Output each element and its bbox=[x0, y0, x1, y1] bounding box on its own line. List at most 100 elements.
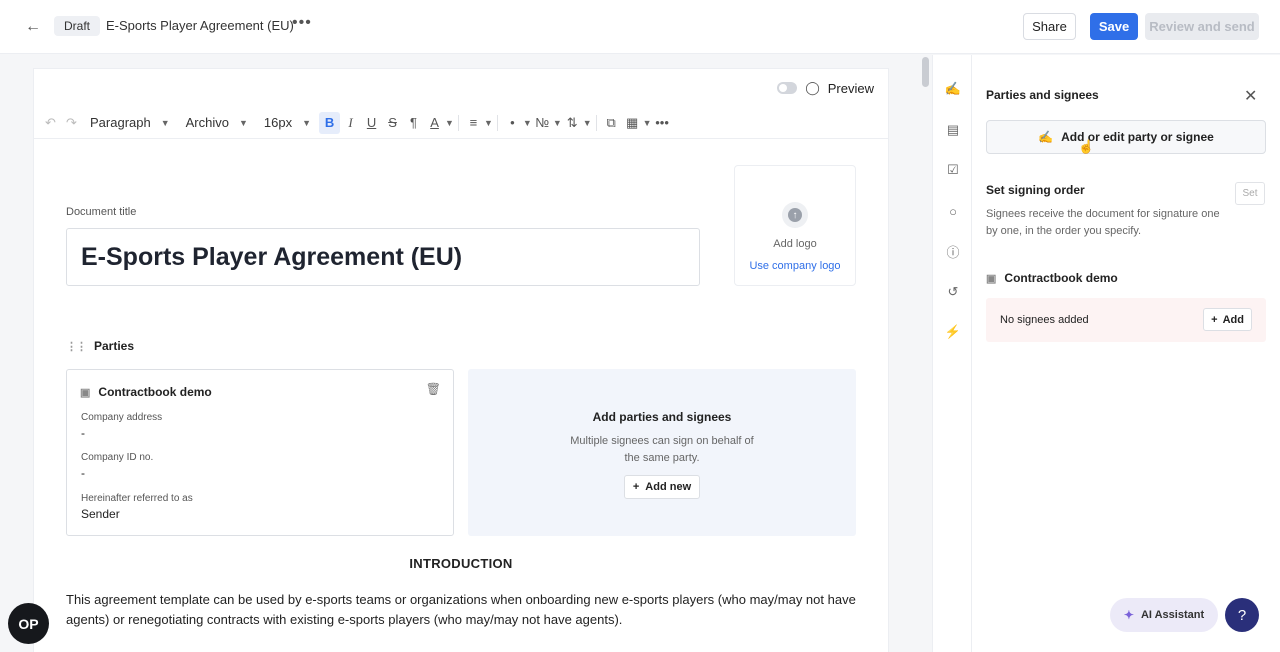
pointer-cursor-icon: ☝ bbox=[1078, 139, 1095, 154]
editor-canvas: ◯ Preview ↶ ↷ Paragraph ▼ Archivo ▼ 16px… bbox=[0, 55, 932, 652]
toolbar-divider bbox=[595, 114, 597, 131]
signature-icon[interactable]: ✍ bbox=[943, 79, 963, 99]
block-style-select[interactable]: Paragraph ▼ bbox=[82, 111, 178, 135]
field-label: Hereinafter referred to as bbox=[81, 493, 193, 504]
document-name[interactable]: E-Sports Player Agreement (EU) bbox=[106, 18, 294, 33]
chevron-down-icon[interactable]: ▼ bbox=[484, 118, 493, 128]
formatting-toolbar: ↶ ↷ Paragraph ▼ Archivo ▼ 16px ▼ B I U S… bbox=[34, 107, 888, 139]
parties-heading: Parties bbox=[94, 339, 135, 353]
share-button[interactable]: Share bbox=[1023, 13, 1076, 40]
line-spacing-icon[interactable]: ⇅ bbox=[562, 112, 583, 134]
strikethrough-icon[interactable]: S bbox=[382, 112, 403, 134]
preview-label: Preview bbox=[827, 80, 874, 96]
field-label: Company address bbox=[81, 412, 163, 423]
plus-icon: + bbox=[632, 481, 640, 493]
font-size-select[interactable]: 16px ▼ bbox=[256, 111, 319, 135]
party-card[interactable]: ▣ Contractbook demo 🗑 Company address - … bbox=[66, 369, 454, 536]
ai-assistant-button[interactable]: ✦ AI Assistant bbox=[1110, 598, 1218, 632]
plus-icon: + bbox=[1211, 313, 1218, 326]
drag-handle-icon[interactable]: ⋮⋮ bbox=[66, 340, 87, 353]
help-button[interactable]: ? bbox=[1225, 598, 1259, 632]
font-size-value: 16px bbox=[263, 115, 293, 130]
checkbox-icon[interactable]: ☑ bbox=[943, 160, 963, 180]
introduction-heading: INTRODUCTION bbox=[409, 556, 513, 571]
introduction-paragraph[interactable]: This agreement template can be used by e… bbox=[66, 590, 856, 630]
signing-order-title: Set signing order bbox=[986, 183, 1085, 197]
chevron-down-icon: ▼ bbox=[239, 117, 248, 128]
preview-toggle-row[interactable]: ◯ Preview bbox=[777, 79, 874, 97]
side-icon-rail: ✍ ▤ ☑ ○ ⓘ ↺ ⚡ bbox=[932, 55, 972, 652]
bold-icon[interactable]: B bbox=[319, 111, 341, 134]
set-signing-order-button[interactable]: Set bbox=[1235, 182, 1265, 205]
undo-icon[interactable]: ↶ bbox=[40, 112, 61, 134]
back-arrow-icon[interactable]: ← bbox=[22, 16, 44, 38]
comment-icon[interactable]: ○ bbox=[943, 201, 963, 221]
building-icon: ▣ bbox=[80, 386, 91, 399]
scrollbar-thumb[interactable] bbox=[922, 57, 929, 87]
close-icon[interactable]: ✕ bbox=[1244, 86, 1257, 106]
parties-panel: Parties and signees ✕ ✍ Add or edit part… bbox=[972, 55, 1280, 652]
more-options-icon[interactable]: ••• bbox=[292, 14, 312, 36]
add-signee-button[interactable]: + Add bbox=[1203, 308, 1252, 331]
building-icon: ▣ bbox=[986, 272, 997, 285]
copy-format-icon[interactable]: ⧉ bbox=[601, 112, 622, 134]
numbered-list-icon[interactable]: № bbox=[532, 112, 553, 134]
history-icon[interactable]: ↺ bbox=[943, 282, 963, 302]
trash-icon[interactable]: 🗑 bbox=[426, 382, 441, 396]
font-family-value: Archivo bbox=[185, 115, 229, 130]
top-bar: ← Draft E-Sports Player Agreement (EU) •… bbox=[0, 0, 1280, 54]
underline-icon[interactable]: U bbox=[361, 112, 382, 134]
more-tools-icon[interactable]: ••• bbox=[652, 112, 673, 134]
align-icon[interactable]: ≡ bbox=[463, 112, 484, 134]
lightning-icon[interactable]: ⚡ bbox=[943, 322, 963, 342]
chevron-down-icon[interactable]: ▼ bbox=[583, 118, 592, 128]
book-icon[interactable]: ▤ bbox=[943, 120, 963, 140]
document-title-input[interactable]: E-Sports Player Agreement (EU) bbox=[66, 228, 700, 286]
chevron-down-icon[interactable]: ▼ bbox=[643, 118, 652, 128]
field-value: - bbox=[81, 426, 85, 440]
add-new-label: Add new bbox=[645, 481, 692, 493]
toolbar-divider bbox=[457, 114, 459, 131]
sparkle-icon: ✦ bbox=[1123, 608, 1134, 622]
preview-toggle[interactable] bbox=[777, 82, 798, 94]
pilcrow-icon[interactable]: ¶ bbox=[403, 112, 424, 134]
party-group-header: ▣ Contractbook demo bbox=[986, 271, 1118, 285]
field-value: - bbox=[81, 466, 85, 480]
no-signees-text: No signees added bbox=[1000, 314, 1089, 326]
field-value: Sender bbox=[81, 507, 120, 521]
table-icon[interactable]: ▦ bbox=[622, 112, 643, 134]
chevron-down-icon: ▼ bbox=[160, 117, 170, 128]
chevron-down-icon[interactable]: ▼ bbox=[553, 118, 562, 128]
logo-upload[interactable]: ↑ Add logo Use company logo bbox=[734, 165, 856, 286]
redo-icon[interactable]: ↷ bbox=[61, 112, 82, 134]
status-badge: Draft bbox=[54, 16, 101, 36]
add-new-party-button[interactable]: + Add new bbox=[623, 475, 701, 499]
ai-assistant-label: AI Assistant bbox=[1140, 609, 1205, 621]
block-style-value: Paragraph bbox=[90, 115, 151, 130]
info-icon[interactable]: ⓘ bbox=[943, 241, 963, 261]
eye-off-icon: ◯ bbox=[805, 80, 820, 95]
toolbar-divider bbox=[496, 114, 498, 131]
save-button[interactable]: Save bbox=[1090, 13, 1138, 40]
bullet-list-icon[interactable]: • bbox=[502, 112, 523, 134]
italic-icon[interactable]: I bbox=[340, 112, 361, 134]
no-signees-row: No signees added + Add bbox=[986, 298, 1266, 342]
text-color-icon[interactable]: A bbox=[424, 112, 445, 134]
open-widget-button[interactable]: OP bbox=[8, 603, 49, 644]
add-logo-label: Add logo bbox=[773, 238, 817, 250]
party-group-name: Contractbook demo bbox=[1004, 271, 1118, 285]
document-title-label: Document title bbox=[66, 206, 137, 218]
use-company-logo-link[interactable]: Use company logo bbox=[749, 260, 840, 272]
add-edit-party-button[interactable]: ✍ Add or edit party or signee bbox=[986, 120, 1266, 154]
field-label: Company ID no. bbox=[81, 452, 154, 463]
upload-icon: ↑ bbox=[782, 202, 808, 228]
document-page: ◯ Preview ↶ ↷ Paragraph ▼ Archivo ▼ 16px… bbox=[34, 69, 888, 652]
review-and-send-button[interactable]: Review and send bbox=[1145, 13, 1259, 40]
signing-order-description: Signees receive the document for signatu… bbox=[986, 208, 1220, 237]
chevron-down-icon[interactable]: ▼ bbox=[445, 118, 454, 128]
add-parties-title: Add parties and signees bbox=[592, 410, 732, 424]
chevron-down-icon[interactable]: ▼ bbox=[523, 118, 532, 128]
add-parties-card: Add parties and signees Multiple signees… bbox=[468, 369, 856, 536]
add-signee-label: Add bbox=[1222, 313, 1244, 326]
font-family-select[interactable]: Archivo ▼ bbox=[178, 111, 256, 135]
